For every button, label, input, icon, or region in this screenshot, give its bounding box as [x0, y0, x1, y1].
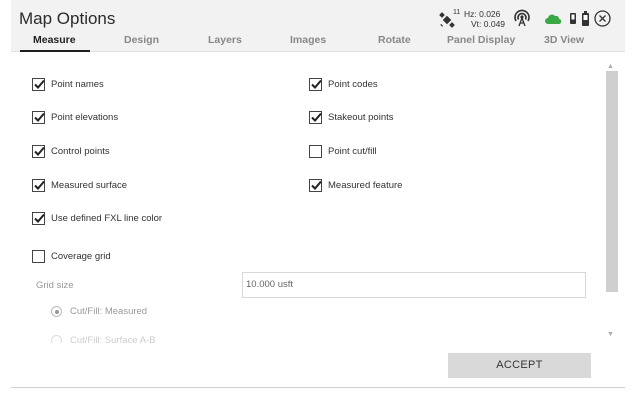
stakeout-points-option[interactable]: Stakeout points — [309, 109, 394, 125]
cut-fill-measured-radio[interactable] — [51, 306, 62, 317]
stakeout-points-label: Stakeout points — [328, 111, 394, 123]
tab-bar: Measure Design Layers Images Rotate Pane… — [11, 34, 625, 52]
accept-button[interactable]: ACCEPT — [448, 353, 591, 378]
battery-icon[interactable] — [582, 11, 589, 26]
coverage-grid-checkbox[interactable] — [32, 249, 45, 263]
coverage-grid-label: Coverage grid — [51, 250, 111, 262]
vt-precision: Vt: 0.049 — [471, 19, 506, 29]
cut-fill-measured-option[interactable]: Cut/Fill: Measured — [51, 306, 147, 317]
measured-surface-option[interactable]: Measured surface — [32, 177, 127, 193]
options-panel: Point names Point elevations Control poi… — [11, 53, 605, 343]
grid-size-label: Grid size — [36, 280, 74, 291]
cut-fill-surface-radio[interactable] — [51, 335, 62, 343]
point-cut-fill-label: Point cut/fill — [328, 145, 377, 157]
fxl-line-color-option[interactable]: Use defined FXL line color — [32, 210, 162, 226]
map-options-window: Map Options 11 Hz: 0.026 Vt: 0.049 Measu… — [11, 0, 625, 388]
scroll-down-arrow[interactable]: ▼ — [607, 331, 614, 338]
close-icon[interactable] — [594, 10, 611, 27]
point-elevations-label: Point elevations — [51, 111, 119, 123]
cut-fill-measured-label: Cut/Fill: Measured — [70, 306, 148, 317]
page-title: Map Options — [19, 9, 116, 28]
point-codes-checkbox[interactable] — [309, 77, 322, 91]
coverage-grid-option[interactable]: Coverage grid — [32, 248, 111, 264]
point-codes-label: Point codes — [328, 78, 378, 90]
point-elevations-option[interactable]: Point elevations — [32, 109, 118, 125]
scroll-up-arrow[interactable]: ▲ — [607, 63, 614, 70]
point-codes-option[interactable]: Point codes — [309, 76, 378, 92]
device-icon[interactable] — [569, 12, 577, 25]
measured-surface-checkbox[interactable] — [32, 178, 45, 192]
point-names-option[interactable]: Point names — [32, 76, 104, 92]
hz-precision: Hz: 0.026 — [464, 9, 501, 19]
control-points-option[interactable]: Control points — [32, 143, 110, 159]
stakeout-points-checkbox[interactable] — [309, 110, 322, 124]
point-names-label: Point names — [51, 78, 104, 90]
active-tab-indicator — [20, 50, 90, 52]
control-points-checkbox[interactable] — [32, 144, 45, 158]
control-points-label: Control points — [51, 145, 110, 157]
scrollbar-thumb[interactable] — [606, 71, 618, 292]
cut-fill-surface-option[interactable]: Cut/Fill: Surface A-B — [51, 335, 156, 343]
tab-rotate[interactable]: Rotate — [378, 34, 411, 52]
fxl-line-color-label: Use defined FXL line color — [51, 212, 163, 224]
measured-feature-label: Measured feature — [328, 179, 403, 191]
measured-feature-option[interactable]: Measured feature — [309, 177, 402, 193]
radio-icon[interactable] — [513, 9, 531, 27]
tab-design[interactable]: Design — [124, 34, 159, 52]
point-names-checkbox[interactable] — [32, 77, 45, 91]
point-cut-fill-checkbox[interactable] — [309, 144, 322, 158]
tab-images[interactable]: Images — [290, 34, 326, 52]
point-cut-fill-option[interactable]: Point cut/fill — [309, 143, 377, 159]
cloud-icon[interactable] — [545, 14, 561, 24]
header: Map Options 11 Hz: 0.026 Vt: 0.049 Measu… — [11, 0, 625, 52]
tab-3d-view[interactable]: 3D View — [544, 34, 584, 52]
satellite-count: 11 — [453, 9, 461, 16]
point-elevations-checkbox[interactable] — [32, 110, 45, 124]
fxl-line-color-checkbox[interactable] — [32, 211, 45, 225]
measured-surface-label: Measured surface — [51, 179, 128, 191]
grid-size-input[interactable]: 10.000 usft — [242, 272, 586, 298]
tab-layers[interactable]: Layers — [208, 34, 242, 52]
cut-fill-surface-label: Cut/Fill: Surface A-B — [70, 335, 156, 343]
measured-feature-checkbox[interactable] — [309, 178, 322, 192]
tab-panel-display[interactable]: Panel Display — [447, 34, 515, 52]
